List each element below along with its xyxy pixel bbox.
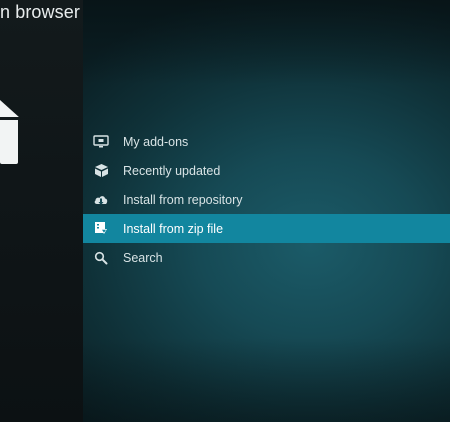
menu-item-label: Install from repository — [123, 192, 243, 207]
menu-item-my-addons[interactable]: My add-ons — [83, 127, 450, 156]
menu-item-search[interactable]: Search — [83, 243, 450, 272]
menu-item-label: Search — [123, 250, 163, 265]
cloud-download-icon — [93, 192, 109, 208]
page-title: n browser — [0, 2, 80, 22]
menu-item-install-from-zip[interactable]: Install from zip file — [83, 214, 450, 243]
zip-install-icon — [93, 221, 109, 237]
monitor-icon — [93, 134, 109, 150]
addon-browser-screen: n browser My add-ons Recently updated In… — [0, 0, 450, 422]
left-panel: n browser — [0, 0, 83, 422]
menu-item-label: My add-ons — [123, 134, 189, 149]
menu-item-install-from-repository[interactable]: Install from repository — [83, 185, 450, 214]
addon-box-icon — [0, 100, 20, 164]
menu-item-label: Recently updated — [123, 163, 221, 178]
menu-item-label: Install from zip file — [123, 221, 224, 236]
box-icon — [93, 163, 109, 179]
main-area: My add-ons Recently updated Install from… — [83, 0, 450, 422]
menu-item-recently-updated[interactable]: Recently updated — [83, 156, 450, 185]
addon-menu: My add-ons Recently updated Install from… — [83, 127, 450, 272]
search-icon — [93, 250, 109, 266]
